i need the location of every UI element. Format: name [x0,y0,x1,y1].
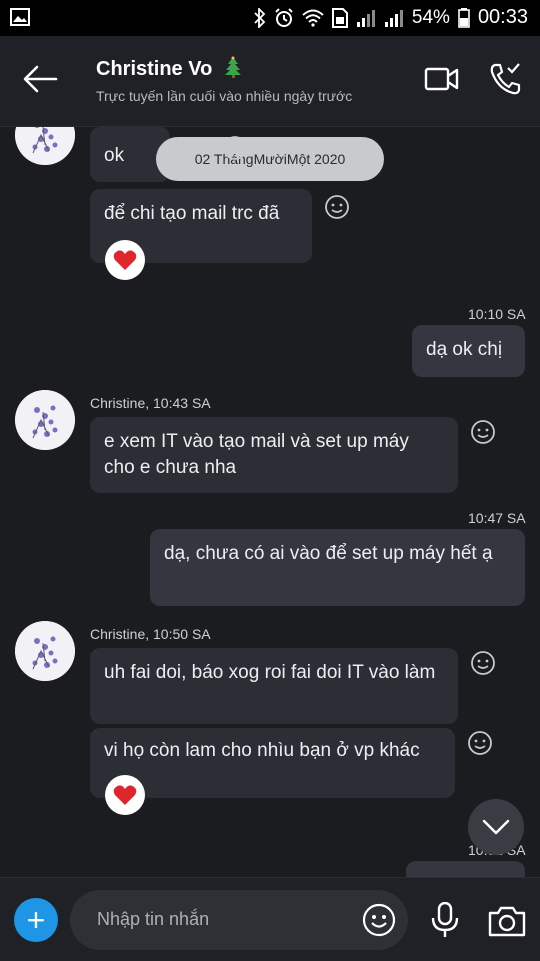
message-text: dạ, chưa có ai vào để set up máy hết ạ [164,543,493,564]
message-input-placeholder: Nhập tin nhắn [97,909,210,929]
message-text: để chi tạo mail trc đã [104,203,280,224]
contact-name[interactable]: Christine Vo [96,56,242,81]
reaction-smiley-icon[interactable] [467,730,493,756]
microphone-icon[interactable] [430,901,460,943]
message-time: 10:47 SA [468,510,526,526]
reaction-smiley-icon[interactable] [470,419,496,445]
chat-header: Christine Vo Trực tuyến lần cuối vào nhi… [0,36,540,127]
date-separator: 02 ThángMườiMột 2020 [156,137,384,181]
phone-call-icon[interactable] [488,62,522,101]
camera-icon[interactable] [488,905,526,942]
message-list[interactable]: ok 02 ThángMườiMột 2020 để chi tạo mail … [0,127,540,877]
message-text: e xem IT vào tạo mail và set up máy cho … [104,431,409,478]
message-bubble[interactable]: e xem IT vào tạo mail và set up máy cho … [90,417,458,493]
alarm-icon [275,7,293,27]
contact-avatar[interactable] [15,127,75,165]
message-composer: + Nhập tin nhắn [0,877,540,961]
reaction-smiley-icon[interactable] [324,194,350,220]
reaction-smiley-icon[interactable] [470,650,496,676]
message-bubble-outgoing[interactable] [406,861,525,877]
contact-avatar[interactable] [15,621,75,681]
clock: 00:33 [477,6,528,28]
plus-icon: + [26,902,46,938]
last-seen-status: Trực tuyến lần cuối vào nhiều ngày trước [96,88,353,104]
message-bubble-outgoing[interactable]: dạ, chưa có ai vào để set up máy hết ạ [150,529,525,606]
message-input[interactable]: Nhập tin nhắn [70,890,408,950]
status-bar: 54% 00:33 [0,0,540,36]
scroll-to-bottom-button[interactable] [468,799,524,855]
christmas-tree-icon [224,56,241,78]
heart-reaction-icon[interactable] [105,240,145,280]
signal-icon-1 [356,9,375,27]
reaction-smiley-icon[interactable] [222,135,248,161]
message-text: vi họ còn lam cho nhìu bạn ở vp khác [104,740,420,761]
sim-icon [331,7,348,28]
emoji-icon[interactable] [362,903,396,937]
battery-icon [458,7,470,28]
bluetooth-icon [254,7,266,28]
add-attachment-button[interactable]: + [14,898,58,942]
gallery-icon [10,8,30,31]
message-bubble[interactable]: vi họ còn lam cho nhìu bạn ở vp khác [90,728,455,798]
message-time: 10:10 SA [468,306,526,322]
battery-percent: 54% [411,6,450,28]
message-text: ok [104,145,125,166]
sender-label: Christine, 10:50 SA [90,626,211,642]
back-arrow-icon[interactable] [22,64,62,96]
sender-label: Christine, 10:43 SA [90,395,211,411]
message-text: uh fai doi, báo xog roi fai doi IT vào l… [104,662,436,683]
message-text: dạ ok chị [426,339,503,360]
video-call-icon[interactable] [424,66,460,97]
message-bubble-outgoing[interactable]: dạ ok chị [412,325,525,377]
signal-icon-2 [384,9,403,27]
message-bubble[interactable]: uh fai doi, báo xog roi fai doi IT vào l… [90,648,458,724]
heart-reaction-icon[interactable] [105,775,145,815]
wifi-icon [302,9,324,27]
contact-avatar[interactable] [15,390,75,450]
contact-name-text: Christine Vo [96,58,213,80]
